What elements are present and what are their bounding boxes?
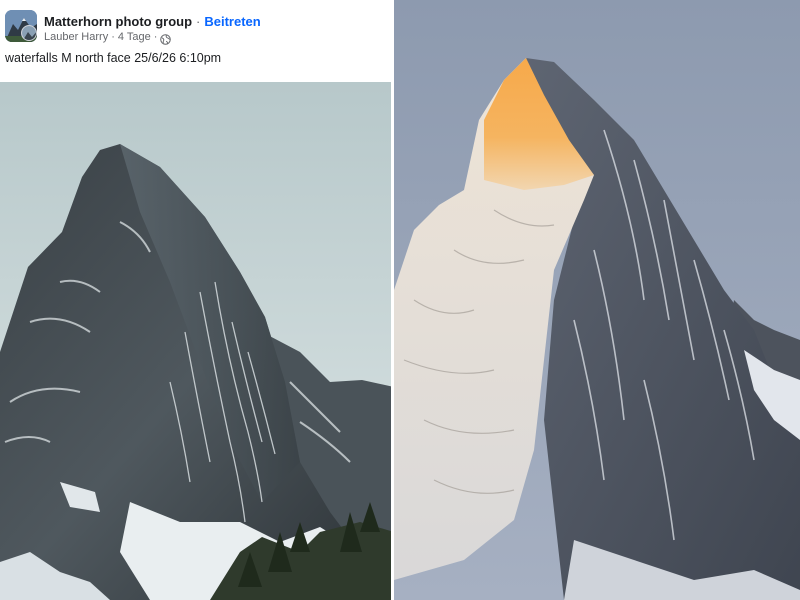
matterhorn-alpenglow-image — [394, 0, 800, 600]
photo-alpenglow[interactable] — [394, 0, 800, 600]
matterhorn-north-face-image — [0, 82, 394, 600]
join-group-button[interactable]: Beitreten — [204, 14, 260, 29]
header-title-row: Matterhorn photo group · Beitreten — [44, 12, 261, 30]
header-meta-row: Lauber Harry · 4 Tage · — [44, 30, 172, 45]
globe-icon — [160, 32, 172, 45]
post-photo-north-face[interactable] — [0, 82, 394, 600]
post-text: waterfalls M north face 25/6/26 6:10pm — [5, 51, 222, 65]
author-avatar[interactable] — [21, 25, 37, 41]
post-timestamp[interactable]: · 4 Tage · — [111, 31, 157, 43]
author-name-link[interactable]: Lauber Harry — [44, 31, 108, 43]
facebook-post: Matterhorn photo group · Beitreten Laube… — [0, 0, 394, 600]
group-name-link[interactable]: Matterhorn photo group — [44, 14, 192, 29]
post-header: Matterhorn photo group · Beitreten Laube… — [0, 0, 394, 82]
separator-dot: · — [196, 13, 201, 29]
